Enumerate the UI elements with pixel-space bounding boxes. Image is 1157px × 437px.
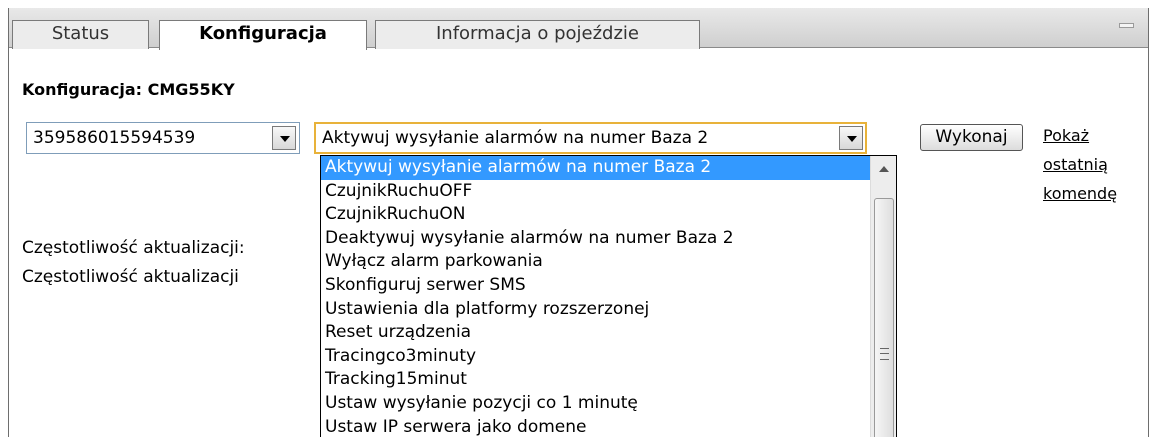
scroll-up-icon[interactable] — [873, 158, 895, 180]
link-line-1: Pokaż — [1043, 126, 1090, 145]
list-item[interactable]: CzujnikRuchuON — [321, 203, 870, 227]
device-select-value: 359586015594539 — [33, 128, 196, 148]
page-title: Konfiguracja: CMG55KY — [22, 80, 235, 99]
show-last-command-link[interactable]: Pokaż ostatnią komendę — [1043, 121, 1148, 208]
device-select[interactable]: 359586015594539 — [26, 122, 300, 154]
minimize-icon[interactable] — [1119, 23, 1134, 28]
list-item[interactable]: Skonfiguruj serwer SMS — [321, 274, 870, 298]
list-item[interactable]: Wyłącz alarm parkowania — [321, 250, 870, 274]
update-frequency-label-2: Częstotliwość aktualizacji — [22, 267, 239, 287]
update-frequency-label: Częstotliwość aktualizacji: — [22, 238, 245, 258]
configuration-panel: Status Konfiguracja Informacja o pojeźdz… — [8, 8, 1149, 437]
link-line-2: ostatnią — [1043, 155, 1108, 174]
grip-icon — [880, 348, 889, 360]
page-background: Status Konfiguracja Informacja o pojeźdz… — [0, 0, 1157, 437]
list-item[interactable]: Reset urządzenia — [321, 321, 870, 345]
link-line-3: komendę — [1043, 184, 1118, 203]
command-select-value: Aktywuj wysyłanie alarmów na numer Baza … — [322, 128, 709, 148]
list-item[interactable]: Ustawienia dla platformy rozszerzonej — [321, 298, 870, 322]
command-options-list[interactable]: Aktywuj wysyłanie alarmów na numer Baza … — [320, 155, 897, 437]
list-item[interactable]: Tracingco3minuty — [321, 345, 870, 369]
tab-vehicle-info[interactable]: Informacja o pojeździe — [375, 20, 700, 49]
list-item[interactable]: Ustaw wysyłanie pozycji co 1 minutę — [321, 392, 870, 416]
list-item[interactable]: Tracking15minut — [321, 368, 870, 392]
chevron-down-icon[interactable] — [272, 126, 296, 150]
tab-bar: Status Konfiguracja Informacja o pojeźdz… — [9, 8, 1148, 50]
tab-status[interactable]: Status — [12, 20, 149, 49]
list-item[interactable]: CzujnikRuchuOFF — [321, 180, 870, 204]
scrollbar[interactable] — [870, 156, 896, 437]
command-select[interactable]: Aktywuj wysyłanie alarmów na numer Baza … — [314, 122, 867, 154]
list-item[interactable]: Ustaw IP serwera jako domene — [321, 416, 870, 437]
scrollbar-thumb[interactable] — [874, 198, 894, 437]
execute-button[interactable]: Wykonaj — [920, 124, 1023, 151]
chevron-down-icon[interactable] — [839, 126, 863, 150]
list-item[interactable]: Deaktywuj wysyłanie alarmów na numer Baz… — [321, 227, 870, 251]
list-item[interactable]: Aktywuj wysyłanie alarmów na numer Baza … — [321, 156, 870, 180]
tab-configuration[interactable]: Konfiguracja — [159, 20, 367, 50]
